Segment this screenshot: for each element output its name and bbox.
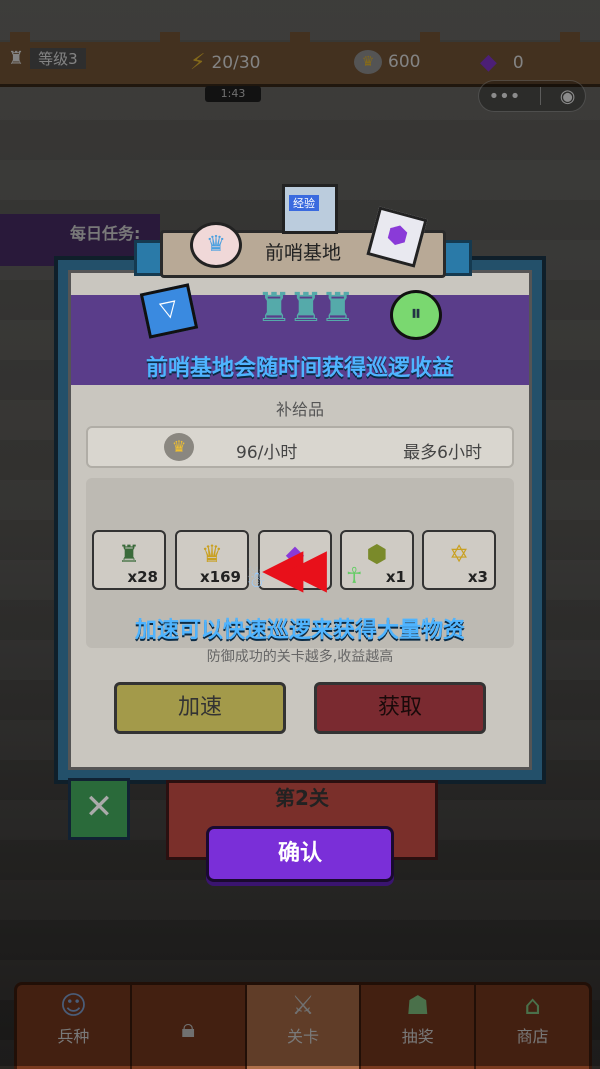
modal-headline: 前哨基地会随时间获得巡逻收益 xyxy=(145,356,454,381)
confirm-button[interactable]: 确认 xyxy=(206,826,394,882)
crown-coin-icon: ♛ xyxy=(164,433,194,461)
claim-button[interactable]: 获取 xyxy=(314,682,486,734)
outpost-base-icon: ♜♜♜ xyxy=(256,285,356,331)
reward-slot: ♛ x169 xyxy=(175,530,249,590)
reward-qty: x28 xyxy=(127,568,158,586)
speedup-subtip: 防御成功的关卡越多,收益越高 xyxy=(206,649,394,665)
runner-icon: ☃ xyxy=(246,568,266,593)
experience-badge-label: 经验 xyxy=(289,195,319,211)
pause-coin-icon: ⏸ xyxy=(390,290,442,340)
stage-label: 第2关 xyxy=(275,786,329,810)
reward-slot: ✡ x3 xyxy=(422,530,496,590)
star-badge-icon: ✡ xyxy=(448,540,470,568)
crown-coin-icon: ♛ xyxy=(201,540,223,568)
hex-gem-icon: ⬢ xyxy=(366,540,388,568)
income-rate-value: 96/小时 xyxy=(236,443,298,463)
reward-slot: ♜ x28 xyxy=(92,530,166,590)
experience-tower-icon: 经验 xyxy=(282,184,338,234)
reward-qty: x169 xyxy=(200,568,241,586)
income-rate-bar: ♛ 96/小时 最多6小时 xyxy=(86,426,514,468)
wizard-icon: ☥ xyxy=(346,564,363,589)
income-max-hours: 最多6小时 xyxy=(403,443,482,463)
speedup-tip: 加速可以快速巡逻来获得大量物资 xyxy=(134,618,465,643)
tower-chest-icon: ♜ xyxy=(118,540,140,568)
reward-qty: x3 xyxy=(467,568,488,586)
reward-qty: x1 xyxy=(385,568,406,586)
supply-label: 补给品 xyxy=(275,400,324,419)
crown-icon: ♛ xyxy=(190,222,242,268)
speed-up-button[interactable]: 加速 xyxy=(114,682,286,734)
fast-forward-icon: ◀◀ xyxy=(262,536,327,599)
close-icon[interactable]: ✕ xyxy=(68,778,130,840)
